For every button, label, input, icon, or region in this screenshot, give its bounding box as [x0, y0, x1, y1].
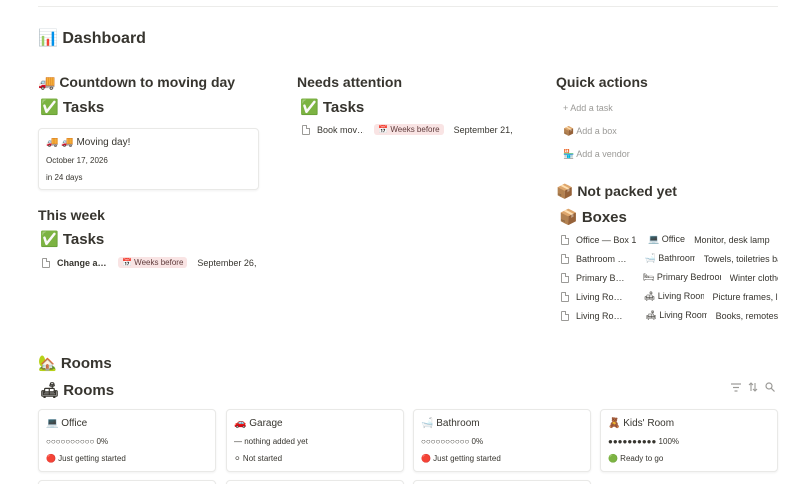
add-vendor-button[interactable]: 🏪 Add a vendor — [563, 149, 630, 160]
attention-row[interactable]: Book mov… 📅 Weeks before September 21, 2 — [302, 124, 514, 135]
room-title: 🛁 Bathroom — [421, 418, 480, 429]
box-name: Bathroom … — [576, 253, 627, 264]
not-packed-heading: 📦 Not packed yet — [556, 183, 677, 199]
rooms-db-title[interactable]: 🛋 Rooms — [40, 381, 114, 399]
room-status: 🔴 Just getting started — [421, 454, 501, 463]
this-week-db-title[interactable]: ✅ Tasks — [40, 230, 104, 248]
moving-day-date: October 17, 2026 — [46, 156, 108, 165]
page-icon — [561, 253, 569, 264]
countdown-heading: 🚚 Countdown to moving day — [38, 74, 236, 90]
filter-icon[interactable] — [731, 383, 741, 394]
room-card-partial[interactable] — [413, 480, 591, 484]
room-progress: ○○○○○○○○○○ 0% — [46, 437, 109, 446]
task-name: Book mov… — [317, 124, 365, 135]
moving-day-relative: in 24 days — [46, 173, 83, 182]
task-date: September 21, 2 — [453, 124, 514, 135]
this-week-heading: This week — [38, 207, 105, 223]
box-row[interactable]: Living Ro… 🛋 Living Room Books, remotes, — [561, 310, 778, 321]
room-card[interactable]: 🧸 Kids' Room ●●●●●●●●●● 100% 🟢 Ready to … — [600, 409, 778, 472]
add-box-button[interactable]: 📦 Add a box — [563, 126, 617, 137]
room-card-partial[interactable] — [226, 480, 404, 484]
countdown-db-title[interactable]: ✅ Tasks — [40, 98, 104, 116]
box-contents: Winter clothe — [729, 272, 779, 283]
add-task-button[interactable]: + Add a task — [563, 103, 613, 113]
attention-db-title[interactable]: ✅ Tasks — [300, 98, 364, 116]
box-contents: Picture frames, la — [712, 291, 778, 302]
box-room: 🛁 Bathroom — [644, 253, 695, 263]
box-name: Living Ro… — [576, 291, 623, 302]
box-room: 🛋 Living Room — [643, 291, 704, 301]
page-icon — [42, 257, 50, 268]
task-date: September 26, — [197, 257, 257, 268]
moving-day-card[interactable]: 🚚 🚚 Moving day! October 17, 2026 in 24 d… — [38, 128, 259, 190]
box-row[interactable]: Primary B… 🛏 Primary Bedroom Winter clot… — [561, 272, 778, 283]
room-card-partial[interactable] — [38, 480, 216, 484]
sort-icon[interactable] — [748, 382, 758, 394]
timing-tag: 📅 Weeks before — [118, 257, 188, 268]
box-room: 🛋 Living Room — [645, 310, 707, 320]
page-icon — [302, 124, 310, 135]
page-icon — [561, 291, 569, 302]
box-row[interactable]: Bathroom … 🛁 Bathroom Towels, toiletries… — [561, 253, 778, 264]
timing-tag: 📅 Weeks before — [374, 124, 444, 135]
box-contents: Books, remotes, — [715, 310, 778, 321]
this-week-row[interactable]: Change a… 📅 Weeks before September 26, — [42, 257, 257, 268]
room-status: 🔴 Just getting started — [46, 454, 126, 463]
boxes-db-title[interactable]: 📦 Boxes — [559, 208, 627, 226]
box-room: 💻 Office — [648, 234, 686, 244]
box-name: Living Ro… — [576, 310, 623, 321]
page-icon — [561, 234, 569, 245]
rooms-heading: 🏡 Rooms — [38, 355, 112, 372]
room-title: 🚗 Garage — [234, 418, 283, 429]
room-progress: ○○○○○○○○○○ 0% — [421, 437, 484, 446]
room-progress: ●●●●●●●●●● 100% — [608, 437, 680, 446]
top-divider — [38, 6, 778, 7]
room-progress: — nothing added yet — [234, 437, 308, 446]
box-row[interactable]: Living Ro… 🛋 Living Room Picture frames,… — [561, 291, 778, 302]
room-status: 🟢 Ready to go — [608, 454, 664, 463]
room-card[interactable]: 🛁 Bathroom ○○○○○○○○○○ 0% 🔴 Just getting … — [413, 409, 591, 472]
room-title: 🧸 Kids' Room — [608, 418, 675, 429]
page-title: 📊 Dashboard — [38, 30, 146, 47]
search-icon[interactable] — [765, 382, 775, 394]
page-icon — [561, 272, 569, 283]
room-card[interactable]: 🚗 Garage — nothing added yet ⚪ Not start… — [226, 409, 404, 472]
box-name: Office — Box 1 — [576, 234, 637, 245]
quick-actions-heading: Quick actions — [556, 74, 648, 90]
task-name: Change a… — [57, 257, 107, 268]
room-title: 💻 Office — [46, 418, 88, 429]
needs-attention-heading: Needs attention — [297, 74, 403, 90]
box-contents: Towels, toiletries ba — [703, 253, 778, 264]
box-room: 🛏 Primary Bedroom — [643, 272, 721, 282]
room-card[interactable]: 💻 Office ○○○○○○○○○○ 0% 🔴 Just getting st… — [38, 409, 216, 472]
box-name: Primary B… — [576, 272, 625, 283]
room-status: ⚪ Not started — [234, 454, 283, 463]
moving-day-title: 🚚 🚚 Moving day! — [46, 137, 131, 148]
box-contents: Monitor, desk lamp — [694, 234, 770, 245]
box-row[interactable]: Office — Box 1 💻 Office Monitor, desk la… — [561, 234, 778, 245]
page-icon — [561, 310, 569, 321]
